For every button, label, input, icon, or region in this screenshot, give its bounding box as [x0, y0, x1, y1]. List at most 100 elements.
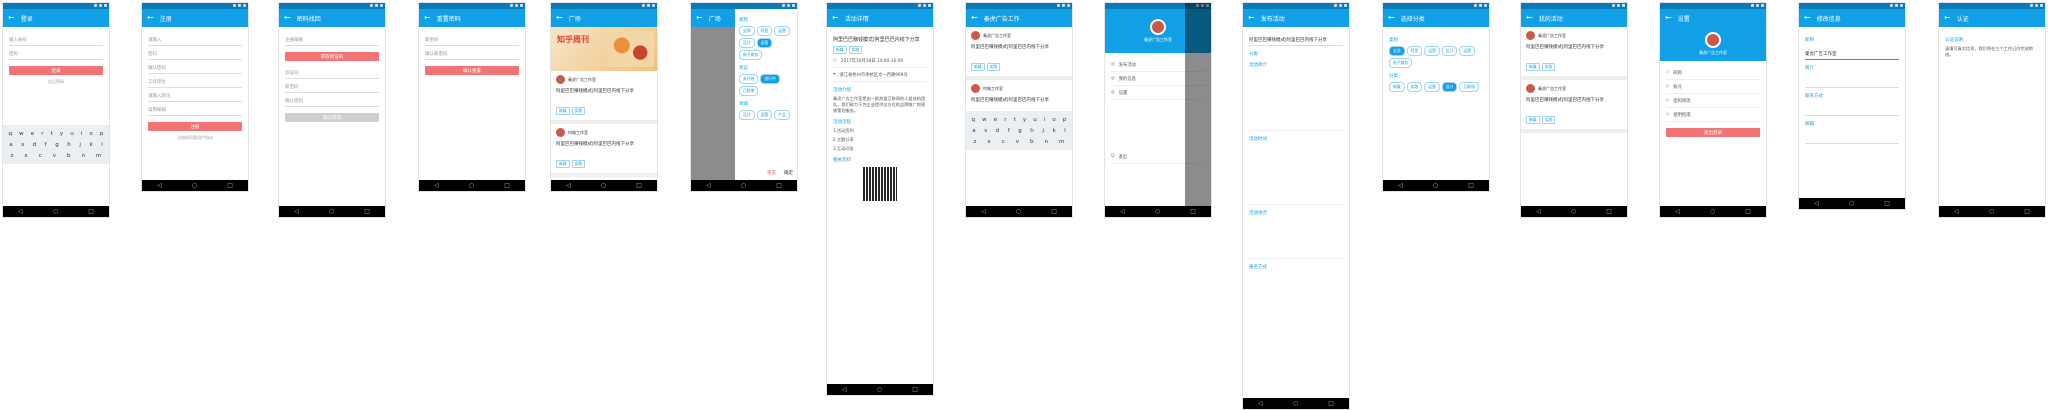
recents-icon[interactable]: □ — [912, 386, 918, 393]
home-icon[interactable]: ○ — [192, 182, 197, 189]
back-arrow-icon[interactable]: ← — [1248, 14, 1255, 22]
filter-chip[interactable]: 新媒 — [1389, 82, 1405, 92]
back-icon[interactable]: ◁ — [981, 208, 986, 215]
confirm-password-field[interactable]: 确认密码 — [285, 93, 379, 107]
home-icon[interactable]: ○ — [877, 386, 882, 393]
back-arrow-icon[interactable]: ← — [147, 14, 154, 22]
key-m[interactable]: m — [96, 153, 101, 159]
key-b[interactable]: b — [1030, 139, 1034, 145]
name-field[interactable]: 请输入 — [148, 32, 242, 46]
activity-card[interactable]: 秦虎广告工作室 阿里巴巴赚钱模式|阿里巴巴内线下分享 新媒 实践 — [1521, 80, 1627, 133]
home-icon[interactable]: ○ — [601, 182, 606, 189]
key-w[interactable]: w — [982, 117, 987, 123]
filter-chip[interactable]: 运营 — [1459, 46, 1475, 56]
key-m[interactable]: m — [1059, 139, 1064, 145]
key-g[interactable]: g — [1018, 128, 1022, 134]
key-q[interactable]: q — [9, 131, 13, 137]
overlay[interactable] — [1185, 3, 1211, 208]
back-icon[interactable]: ◁ — [1536, 208, 1541, 215]
agreement-link[interactable]: 注册即同意用户协议 — [148, 135, 242, 141]
key-i[interactable]: i — [81, 131, 83, 137]
key-k[interactable]: k — [89, 142, 92, 148]
key-a[interactable]: a — [9, 142, 12, 148]
recents-icon[interactable]: □ — [88, 208, 94, 215]
filter-chip[interactable]: 进行中 — [760, 74, 780, 84]
filter-chip[interactable]: 未开始 — [739, 74, 759, 84]
key-z[interactable]: z — [974, 139, 977, 145]
back-icon[interactable]: ◁ — [1258, 400, 1263, 407]
key-c[interactable]: c — [1002, 139, 1005, 145]
logout-button[interactable]: 退出登录 — [1666, 128, 1760, 137]
key-f[interactable]: f — [1008, 128, 1010, 134]
reset-button[interactable]: 确认重置 — [425, 66, 519, 75]
keyboard[interactable]: qw e r t y u io p a s d f g h j k l z x c v b n m — [966, 111, 1072, 150]
recents-icon[interactable]: □ — [636, 182, 642, 189]
filter-chip[interactable]: 已结束 — [739, 86, 759, 96]
password-field[interactable]: 密码 — [148, 46, 242, 60]
back-icon[interactable]: ◁ — [706, 182, 711, 189]
key-t[interactable]: t — [51, 131, 53, 137]
filter-chip[interactable]: 设计 — [1441, 46, 1458, 56]
key-y[interactable]: y — [1023, 117, 1026, 123]
recents-icon[interactable]: □ — [1051, 208, 1057, 215]
recents-icon[interactable]: □ — [1468, 182, 1474, 189]
back-arrow-icon[interactable]: ← — [284, 14, 291, 22]
confirm-button[interactable]: 确认修改 — [285, 113, 379, 122]
activity-card[interactable]: 秦虎广告工作室 阿里巴巴赚钱模式|阿里巴巴内线下分享 新媒 实践 — [1521, 27, 1627, 80]
back-arrow-icon[interactable]: ← — [424, 14, 431, 22]
back-arrow-icon[interactable]: ← — [1944, 14, 1951, 22]
confirm-password-field[interactable]: 确认新密码 — [425, 46, 519, 60]
account-field[interactable]: 输入账号 — [9, 32, 103, 46]
key-e[interactable]: e — [994, 117, 997, 123]
key-y[interactable]: y — [60, 131, 63, 137]
key-w[interactable]: w — [19, 131, 24, 137]
email-field[interactable]: 注册邮箱 — [285, 32, 379, 46]
key-r[interactable]: r — [41, 131, 43, 137]
key-o[interactable]: o — [89, 131, 92, 137]
key-d[interactable]: d — [33, 142, 37, 148]
key-l[interactable]: l — [101, 142, 103, 148]
register-button[interactable]: 注册 — [148, 122, 242, 131]
recents-icon[interactable]: □ — [2024, 208, 2030, 215]
back-arrow-icon[interactable]: ← — [696, 14, 703, 22]
key-s[interactable]: s — [984, 128, 987, 134]
reset-button[interactable]: 重置 — [767, 170, 776, 176]
back-icon[interactable]: ◁ — [1120, 208, 1125, 215]
home-icon[interactable]: ○ — [1849, 200, 1854, 207]
key-u[interactable]: u — [70, 131, 74, 137]
key-k[interactable]: k — [1052, 128, 1055, 134]
activity-card[interactable]: 何城工作室阿里巴巴赚钱模式|阿里巴巴内线下分享新媒实践 — [551, 124, 657, 177]
key-p[interactable]: p — [1063, 117, 1067, 123]
back-icon[interactable]: ◁ — [842, 386, 847, 393]
home-icon[interactable]: ○ — [1989, 208, 1994, 215]
home-icon[interactable]: ○ — [1155, 208, 1160, 215]
send-code-button[interactable]: 获取验证码 — [285, 52, 379, 61]
position-field[interactable]: 请输入职位 — [148, 88, 242, 102]
key-d[interactable]: d — [996, 128, 1000, 134]
back-icon[interactable]: ◁ — [434, 182, 439, 189]
home-icon[interactable]: ○ — [329, 208, 334, 215]
recents-icon[interactable]: □ — [1745, 208, 1751, 215]
key-r[interactable]: r — [1004, 117, 1006, 123]
back-arrow-icon[interactable]: ← — [8, 14, 15, 22]
back-arrow-icon[interactable]: ← — [832, 14, 839, 22]
filter-chip[interactable]: 设计 — [739, 110, 755, 120]
home-icon[interactable]: ○ — [1710, 208, 1715, 215]
recents-icon[interactable]: □ — [1328, 400, 1334, 407]
login-button[interactable]: 登录 — [9, 66, 103, 75]
filter-chip[interactable]: 实践 — [1406, 82, 1423, 92]
home-icon[interactable]: ○ — [1433, 182, 1438, 189]
location-row[interactable]: ⌖ 浙江省杭州市余杭区文一西路969号 — [833, 68, 927, 82]
key-f[interactable]: f — [45, 142, 47, 148]
intro-field[interactable] — [1805, 74, 1899, 88]
home-icon[interactable]: ○ — [1293, 400, 1298, 407]
key-v[interactable]: v — [53, 153, 56, 159]
password-field[interactable]: 密码 — [9, 46, 103, 60]
key-u[interactable]: u — [1033, 117, 1037, 123]
back-icon[interactable]: ◁ — [157, 182, 162, 189]
back-icon[interactable]: ◁ — [294, 208, 299, 215]
key-p[interactable]: p — [100, 131, 104, 137]
settings-row[interactable]: ◇ 昵称 — [1666, 66, 1760, 80]
filter-chip[interactable]: 全部 — [1389, 46, 1405, 56]
key-z[interactable]: z — [11, 153, 14, 159]
